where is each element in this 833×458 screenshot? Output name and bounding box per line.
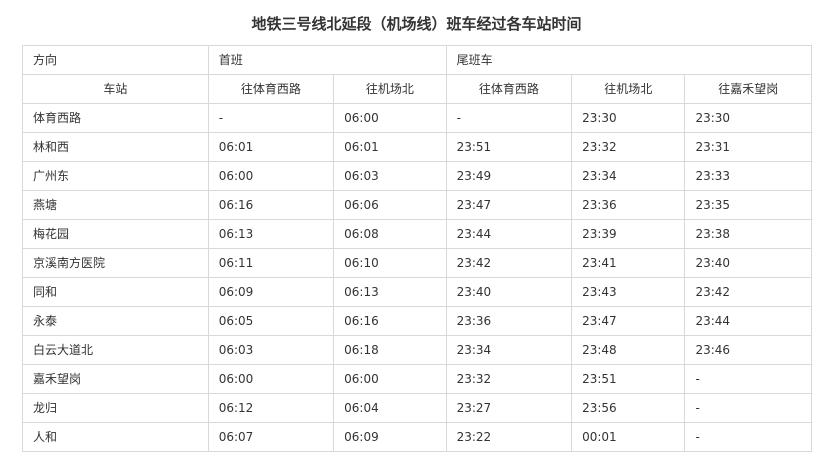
first-train-tiyuxilu-cell: 06:09	[207, 277, 335, 307]
first-train-jichangbei-cell: 06:08	[333, 219, 447, 249]
table-row: 燕塘 06:16 06:06 23:47 23:36 23:35	[22, 190, 812, 220]
first-train-tiyuxilu-cell: 06:00	[207, 161, 335, 191]
last-train-jiahewanggang-cell: 23:38	[684, 219, 812, 249]
last-train-tiyuxilu-cell: 23:40	[445, 277, 573, 307]
last-train-jiahewanggang-cell: 23:40	[684, 248, 812, 278]
page-title: 地铁三号线北延段（机场线）班车经过各车站时间	[251, 15, 582, 33]
station-cell: 同和	[22, 277, 209, 307]
table-row: 白云大道北 06:03 06:18 23:34 23:48 23:46	[22, 335, 812, 365]
last-train-jichangbei-cell: 00:01	[571, 422, 686, 452]
last-train-tiyuxilu-cell: 23:36	[445, 306, 573, 336]
table-row: 体育西路 -06:00-23:30 23:30	[22, 103, 812, 133]
table-subheader-row: 车站 往体育西路 往机场北 往体育西路 往机场北 往嘉禾望岗	[22, 74, 812, 104]
table-row: 龙归 06:12 06:04 23:27 23:56-	[22, 393, 812, 423]
last-train-tiyuxilu-cell: 23:47	[445, 190, 573, 220]
last-train-tiyuxilu-cell: 23:42	[445, 248, 573, 278]
last-train-jichangbei-cell: 23:47	[571, 306, 686, 336]
table-row: 梅花园 06:13 06:08 23:44 23:39 23:38	[22, 219, 812, 249]
first-train-tiyuxilu-cell: 06:03	[207, 335, 335, 365]
table-row: 林和西 06:01 06:01 23:51 23:32 23:31	[22, 132, 812, 162]
last-train-jichangbei-cell: 23:41	[571, 248, 686, 278]
station-cell: 龙归	[22, 393, 209, 423]
last-train-jichangbei-cell: 23:32	[571, 132, 686, 162]
last-train-jiahewanggang-cell: 23:44	[684, 306, 812, 336]
station-cell: 白云大道北	[22, 335, 209, 365]
last-to-jiahewanggang-header: 往嘉禾望岗	[684, 74, 812, 104]
first-train-jichangbei-cell: 06:00	[333, 103, 447, 133]
table-row: 嘉禾望岗 06:00 06:00 23:32 23:51-	[22, 364, 812, 394]
last-train-jiahewanggang-cell: 23:35	[684, 190, 812, 220]
first-train-tiyuxilu-cell: 06:01	[207, 132, 335, 162]
table-row: 广州东 06:00 06:03 23:49 23:34 23:33	[22, 161, 812, 191]
first-train-tiyuxilu-cell: 06:11	[207, 248, 335, 278]
last-train-header: 尾班车	[445, 45, 813, 75]
first-to-tiyuxilu-header: 往体育西路	[207, 74, 335, 104]
direction-header: 方向	[22, 45, 209, 75]
first-train-jichangbei-cell: 06:16	[333, 306, 447, 336]
station-cell: 梅花园	[22, 219, 209, 249]
last-train-jiahewanggang-cell: -	[684, 364, 812, 394]
last-train-jiahewanggang-cell: 23:30	[684, 103, 812, 133]
last-train-jichangbei-cell: 23:51	[571, 364, 686, 394]
last-train-tiyuxilu-cell: -	[445, 103, 573, 133]
last-to-jichangbei-header: 往机场北	[571, 74, 686, 104]
first-train-jichangbei-cell: 06:06	[333, 190, 447, 220]
station-cell: 体育西路	[22, 103, 209, 133]
timetable: 方向 首班 尾班车 车站 往体育西路 往机场北 往体育西路 往机场北 往嘉禾望岗…	[22, 45, 813, 452]
first-train-jichangbei-cell: 06:13	[333, 277, 447, 307]
last-train-jichangbei-cell: 23:30	[571, 103, 686, 133]
last-train-jiahewanggang-cell: -	[684, 422, 812, 452]
first-train-jichangbei-cell: 06:01	[333, 132, 447, 162]
first-to-jichangbei-header: 往机场北	[333, 74, 447, 104]
last-train-jichangbei-cell: 23:48	[571, 335, 686, 365]
first-train-header: 首班	[207, 45, 447, 75]
last-train-tiyuxilu-cell: 23:32	[445, 364, 573, 394]
station-cell: 嘉禾望岗	[22, 364, 209, 394]
first-train-tiyuxilu-cell: 06:12	[207, 393, 335, 423]
station-cell: 京溪南方医院	[22, 248, 209, 278]
first-train-tiyuxilu-cell: 06:00	[207, 364, 335, 394]
last-train-tiyuxilu-cell: 23:44	[445, 219, 573, 249]
last-train-tiyuxilu-cell: 23:51	[445, 132, 573, 162]
last-train-jichangbei-cell: 23:56	[571, 393, 686, 423]
first-train-tiyuxilu-cell: -	[207, 103, 335, 133]
station-cell: 永泰	[22, 306, 209, 336]
last-train-jichangbei-cell: 23:36	[571, 190, 686, 220]
first-train-jichangbei-cell: 06:00	[333, 364, 447, 394]
last-train-jichangbei-cell: 23:34	[571, 161, 686, 191]
last-train-jichangbei-cell: 23:43	[571, 277, 686, 307]
station-cell: 广州东	[22, 161, 209, 191]
last-train-tiyuxilu-cell: 23:34	[445, 335, 573, 365]
table-header-row: 方向 首班 尾班车	[22, 45, 813, 75]
station-column-header: 车站	[22, 74, 209, 104]
last-train-tiyuxilu-cell: 23:27	[445, 393, 573, 423]
last-train-jichangbei-cell: 23:39	[571, 219, 686, 249]
last-train-tiyuxilu-cell: 23:22	[445, 422, 573, 452]
first-train-jichangbei-cell: 06:03	[333, 161, 447, 191]
first-train-tiyuxilu-cell: 06:13	[207, 219, 335, 249]
last-train-jiahewanggang-cell: 23:42	[684, 277, 812, 307]
first-train-tiyuxilu-cell: 06:05	[207, 306, 335, 336]
first-train-tiyuxilu-cell: 06:07	[207, 422, 335, 452]
table-row: 同和 06:09 06:13 23:40 23:43 23:42	[22, 277, 812, 307]
first-train-tiyuxilu-cell: 06:16	[207, 190, 335, 220]
first-train-jichangbei-cell: 06:10	[333, 248, 447, 278]
station-cell: 人和	[22, 422, 209, 452]
last-train-jiahewanggang-cell: 23:33	[684, 161, 812, 191]
last-train-jiahewanggang-cell: 23:31	[684, 132, 812, 162]
last-to-tiyuxilu-header: 往体育西路	[445, 74, 573, 104]
last-train-tiyuxilu-cell: 23:49	[445, 161, 573, 191]
first-train-jichangbei-cell: 06:04	[333, 393, 447, 423]
first-train-jichangbei-cell: 06:09	[333, 422, 447, 452]
last-train-jiahewanggang-cell: 23:46	[684, 335, 812, 365]
station-cell: 林和西	[22, 132, 209, 162]
last-train-jiahewanggang-cell: -	[684, 393, 812, 423]
table-row: 永泰 06:05 06:16 23:36 23:47 23:44	[22, 306, 812, 336]
table-row: 京溪南方医院 06:11 06:10 23:42 23:41 23:40	[22, 248, 812, 278]
station-cell: 燕塘	[22, 190, 209, 220]
first-train-jichangbei-cell: 06:18	[333, 335, 447, 365]
table-row: 人和 06:07 06:09 23:22 00:01-	[22, 422, 812, 452]
